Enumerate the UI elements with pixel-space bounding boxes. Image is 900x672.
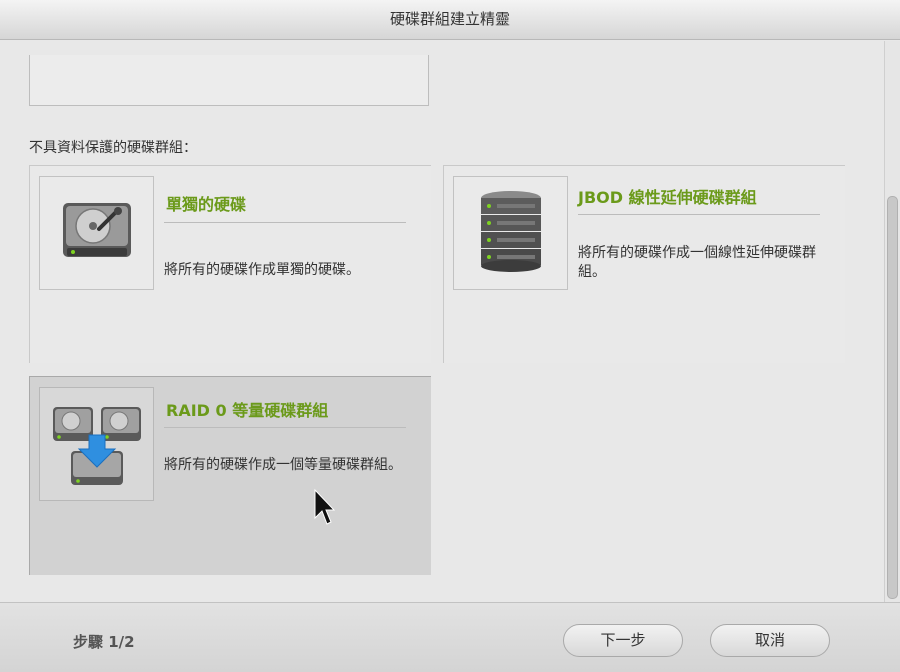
option-title: RAID 0 等量硬碟群組 bbox=[166, 401, 329, 420]
window-title: 硬碟群組建立精靈 bbox=[0, 0, 900, 40]
scrollbar-thumb[interactable] bbox=[887, 196, 898, 599]
option-title: JBOD 線性延伸硬碟群組 bbox=[578, 188, 757, 207]
option-description: 將所有的硬碟作成一個等量硬碟群組。 bbox=[164, 457, 402, 473]
option-thumbnail bbox=[39, 387, 154, 501]
vertical-scrollbar[interactable] bbox=[884, 41, 900, 602]
option-description: 將所有的硬碟作成單獨的硬碟。 bbox=[164, 262, 360, 278]
option-jbod[interactable]: JBOD 線性延伸硬碟群組 將所有的硬碟作成一個線性延伸硬碟群組。 bbox=[443, 165, 845, 363]
single-hdd-icon bbox=[62, 203, 131, 257]
option-single-disk[interactable]: 單獨的硬碟 將所有的硬碟作成單獨的硬碟。 bbox=[29, 165, 431, 363]
mouse-cursor-icon bbox=[314, 488, 335, 525]
option-description: 將所有的硬碟作成一個線性延伸硬碟群組。 bbox=[578, 245, 816, 280]
option-title: 單獨的硬碟 bbox=[166, 195, 247, 214]
previous-option-box bbox=[29, 55, 429, 106]
option-thumbnail bbox=[39, 176, 154, 290]
wizard-content: 不具資料保護的硬碟群組： 單獨的硬碟 將所有的硬碟作成單獨的硬碟。 JBOD 線… bbox=[0, 41, 884, 602]
divider bbox=[164, 222, 406, 223]
divider bbox=[164, 427, 406, 428]
section-label: 不具資料保護的硬碟群組： bbox=[29, 140, 197, 156]
option-thumbnail bbox=[453, 176, 568, 290]
divider bbox=[578, 214, 820, 215]
next-button[interactable]: 下一步 bbox=[563, 624, 683, 657]
cancel-button[interactable]: 取消 bbox=[710, 624, 830, 657]
option-raid0[interactable]: RAID 0 等量硬碟群組 將所有的硬碟作成一個等量硬碟群組。 bbox=[29, 376, 431, 575]
wizard-footer: 步驟 1/2 下一步 取消 bbox=[0, 602, 900, 672]
server-stack-icon bbox=[480, 191, 541, 272]
raid0-hdd-icon bbox=[52, 407, 141, 485]
step-indicator: 步驟 1/2 bbox=[73, 633, 135, 651]
